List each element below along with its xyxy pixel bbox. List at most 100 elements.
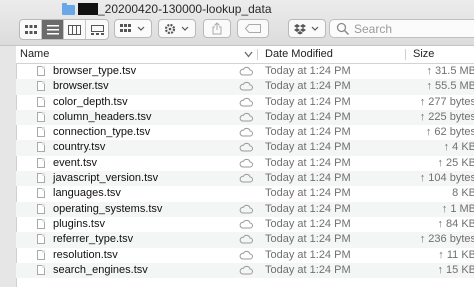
file-size: ↑ 55.5 MB xyxy=(426,80,474,93)
file-date: Today at 1:24 PM xyxy=(265,110,351,123)
cloud-icon[interactable] xyxy=(239,219,253,229)
file-row[interactable]: browser_type.tsv Today at 1:24 PM ↑ 31.5 M… xyxy=(16,64,474,79)
gallery-view-icon xyxy=(90,24,104,35)
column-view-icon xyxy=(68,24,81,35)
file-name: plugins.tsv xyxy=(53,217,105,230)
icon-view-icon xyxy=(24,24,37,34)
size-column-header[interactable]: Size xyxy=(413,46,473,63)
file-icon xyxy=(37,234,45,245)
search-icon xyxy=(336,22,350,35)
name-column-header[interactable]: Name xyxy=(20,46,256,63)
sort-indicator-icon xyxy=(244,51,253,58)
folder-icon xyxy=(62,3,75,15)
file-size: ↑ 4 KB xyxy=(443,141,474,154)
cloud-icon[interactable] xyxy=(239,127,253,137)
file-row[interactable]: connection_type.tsv Today at 1:24 PM ↑ 62 … xyxy=(16,125,474,140)
file-icon xyxy=(37,218,45,229)
file-name: browser_type.tsv xyxy=(53,65,137,77)
file-name: operating_systems.tsv xyxy=(53,202,163,215)
group-button[interactable] xyxy=(114,19,152,38)
cloud-icon[interactable] xyxy=(239,142,253,152)
share-button[interactable] xyxy=(203,19,231,38)
file-date: Today at 1:24 PM xyxy=(265,263,351,276)
sidebar-edge xyxy=(0,46,17,287)
cloud-icon[interactable] xyxy=(239,234,253,244)
file-size: ↑ 15 KB xyxy=(437,263,474,276)
file-size: ↑ 277 bytes xyxy=(419,95,474,108)
file-size: 8 KB xyxy=(452,187,474,200)
file-date: Today at 1:24 PM xyxy=(265,217,351,230)
file-date: Today at 1:24 PM xyxy=(265,126,351,139)
file-row[interactable]: resolution.tsv Today at 1:24 PM ↑ 11 KB xyxy=(16,248,474,263)
column-view-button[interactable] xyxy=(64,20,86,39)
name-column-label: Name xyxy=(20,48,50,60)
cloud-icon[interactable] xyxy=(239,112,253,122)
gallery-view-button[interactable] xyxy=(86,20,108,39)
cloud-icon[interactable] xyxy=(239,158,253,168)
file-date: Today at 1:24 PM xyxy=(265,233,351,246)
file-icon xyxy=(37,81,45,92)
cloud-icon[interactable] xyxy=(239,173,253,183)
cloud-icon[interactable] xyxy=(239,265,253,275)
cloud-icon[interactable] xyxy=(239,97,253,107)
file-icon xyxy=(37,157,45,168)
file-size: ↑ 236 bytes xyxy=(419,233,474,246)
file-name: color_depth.tsv xyxy=(53,95,128,108)
tags-button[interactable] xyxy=(237,19,269,38)
column-divider[interactable] xyxy=(405,49,406,60)
file-icon xyxy=(37,127,45,138)
redacted-block xyxy=(78,3,98,15)
file-row[interactable]: operating_systems.tsv Today at 1:24 PM ↑ 1… xyxy=(16,201,474,217)
column-header-row: Name Date Modified Size xyxy=(16,46,474,64)
file-row[interactable]: referrer_type.tsv Today at 1:24 PM ↑ 236 b… xyxy=(16,232,474,248)
file-name: country.tsv xyxy=(53,141,106,154)
file-row[interactable]: javascript_version.tsv Today at 1:24 PM ↑ … xyxy=(16,171,474,187)
cloud-icon[interactable] xyxy=(239,81,253,91)
gear-icon xyxy=(164,23,189,34)
file-icon xyxy=(37,96,45,107)
group-icon xyxy=(120,23,145,32)
search-input[interactable] xyxy=(350,21,474,36)
file-row[interactable]: column_headers.tsv Today at 1:24 PM ↑ 225 … xyxy=(16,109,474,126)
dropbox-button[interactable] xyxy=(288,19,326,38)
file-date: Today at 1:24 PM xyxy=(265,95,351,108)
file-name: event.tsv xyxy=(53,156,98,169)
file-size: ↑ 1 MB xyxy=(441,202,474,215)
column-divider[interactable] xyxy=(257,49,258,60)
cloud-icon[interactable] xyxy=(239,204,253,214)
file-size: ↑ 225 bytes xyxy=(419,110,474,123)
dropbox-icon xyxy=(294,23,319,34)
file-size: ↑ 104 bytes xyxy=(419,172,474,185)
file-row[interactable]: country.tsv Today at 1:24 PM ↑ 4 KB xyxy=(16,140,474,156)
file-date: Today at 1:24 PM xyxy=(265,141,351,154)
date-column-label: Date Modified xyxy=(265,48,333,60)
tag-icon xyxy=(245,24,261,33)
cloud-icon[interactable] xyxy=(239,66,253,76)
date-column-header[interactable]: Date Modified xyxy=(265,46,405,63)
list-view-icon xyxy=(46,24,59,34)
file-name: referrer_type.tsv xyxy=(53,233,134,246)
file-name: search_engines.tsv xyxy=(53,263,148,276)
file-date: Today at 1:24 PM xyxy=(265,172,351,185)
file-row[interactable]: search_engines.tsv Today at 1:24 PM ↑ 15 K… xyxy=(16,262,474,279)
action-button[interactable] xyxy=(158,19,196,38)
file-name: resolution.tsv xyxy=(53,248,118,261)
file-row[interactable]: browser.tsv Today at 1:24 PM ↑ 55.5 MB xyxy=(16,79,474,95)
file-icon xyxy=(37,249,45,260)
toolbar: _20200420-130000-lookup_data xyxy=(0,0,474,46)
file-date: Today at 1:24 PM xyxy=(265,80,351,93)
file-list: browser_type.tsv Today at 1:24 PM ↑ 31.5 M… xyxy=(16,64,474,279)
file-name: connection_type.tsv xyxy=(53,126,151,139)
file-icon xyxy=(37,203,45,214)
file-row[interactable]: plugins.tsv Today at 1:24 PM ↑ 84 KB xyxy=(16,217,474,232)
file-name: browser.tsv xyxy=(53,80,109,93)
search-field[interactable] xyxy=(329,19,474,38)
file-row[interactable]: languages.tsv Today at 1:24 PM 8 KB xyxy=(16,186,474,201)
file-row[interactable]: color_depth.tsv Today at 1:24 PM ↑ 277 byt… xyxy=(16,95,474,110)
icon-view-button[interactable] xyxy=(20,20,42,39)
cloud-icon[interactable] xyxy=(239,250,253,260)
list-view-button[interactable] xyxy=(42,20,64,39)
window-title: _20200420-130000-lookup_data xyxy=(98,2,272,16)
file-size: ↑ 11 KB xyxy=(438,248,474,261)
file-row[interactable]: event.tsv Today at 1:24 PM ↑ 25 KB xyxy=(16,156,474,171)
